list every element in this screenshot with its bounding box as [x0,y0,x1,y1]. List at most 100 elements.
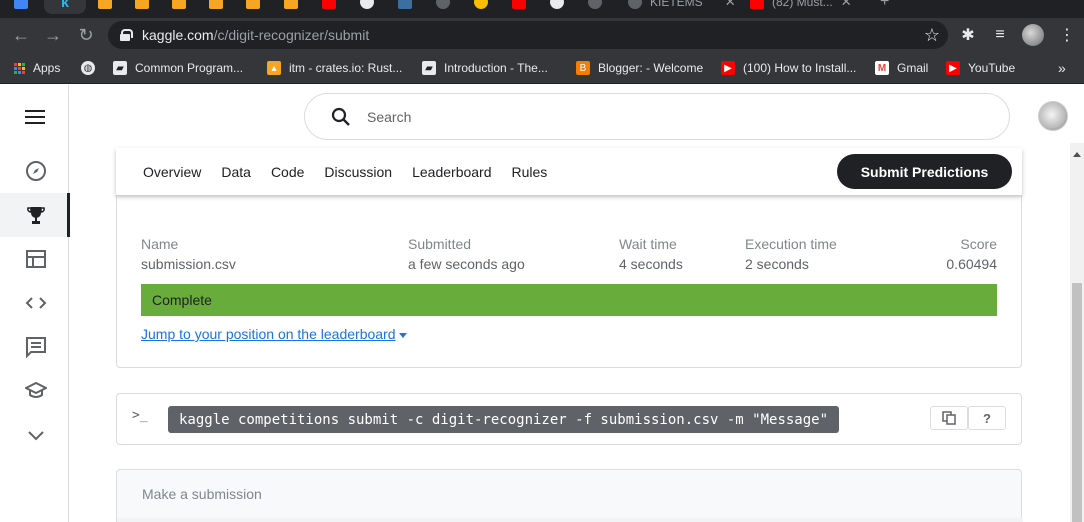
site-favicon-icon [135,0,149,9]
browser-tab[interactable] [398,0,412,14]
compass-icon [26,161,46,181]
more-bookmarks-button[interactable]: » [1058,58,1066,78]
browser-tab[interactable] [14,0,28,14]
api-command-text[interactable]: kaggle competitions submit -c digit-reco… [168,406,840,433]
bookmark-label: YouTube [968,61,1016,75]
name-column: Name submission.csv [141,236,236,272]
submit-predictions-button[interactable]: Submit Predictions [837,154,1012,189]
tab-code[interactable]: Code [271,164,304,180]
kaggle-k-icon: k [61,0,69,10]
jump-to-leaderboard-link[interactable]: Jump to your position on the leaderboard [141,326,407,342]
browser-tab[interactable] [436,0,450,14]
bookmark-item[interactable]: ▶ YouTube [946,58,1015,78]
blogger-icon: B [576,61,590,75]
scroll-up-arrow-icon[interactable] [1073,152,1081,157]
tab-discussion[interactable]: Discussion [324,164,392,180]
extensions-icon[interactable]: ✱ [958,25,978,45]
execution-time-value: 2 seconds [745,256,809,272]
bookmark-label: Blogger: - Welcome [598,61,704,75]
media-control-icon[interactable]: ≡ [990,25,1010,45]
new-tab-button[interactable]: + [880,0,889,14]
hamburger-icon [25,110,45,124]
profile-avatar[interactable] [1022,24,1044,46]
browser-tab[interactable] [209,0,223,14]
nav-more[interactable] [0,413,69,457]
site-favicon-icon [436,0,450,9]
submitted-column: Submitted a few seconds ago [408,236,525,272]
browser-tab[interactable] [322,0,336,14]
browser-tab[interactable]: (82) Must... ✕ [750,0,852,14]
github-icon [360,0,374,9]
tab-rules[interactable]: Rules [512,164,548,180]
nav-discussion[interactable] [0,325,69,369]
browser-tab[interactable] [135,0,149,14]
nav-datasets[interactable] [0,237,69,281]
chevron-down-icon [28,431,44,441]
browser-tab[interactable] [512,0,526,14]
terminal-prompt-icon: >_ [132,408,148,423]
search-input[interactable]: Search [367,109,411,125]
browser-tab[interactable] [246,0,260,14]
nav-competitions[interactable] [0,193,70,237]
search-icon [331,107,350,126]
address-bar[interactable]: kaggle.com/c/digit-recognizer/submit ☆ [108,21,948,49]
reload-button[interactable]: ↻ [74,23,98,47]
search-bar[interactable]: Search [304,93,1010,140]
github-icon [550,0,564,9]
bookmark-item[interactable]: B Blogger: - Welcome [576,58,703,78]
kebab-menu-icon[interactable]: ⋮ [1057,25,1077,45]
browser-tab[interactable] [550,0,564,14]
close-icon[interactable]: ✕ [725,0,736,10]
left-nav [0,85,70,522]
close-icon[interactable]: ✕ [841,0,852,10]
browser-tab[interactable] [474,0,488,14]
menu-button[interactable] [0,95,69,139]
scrollbar[interactable] [1070,143,1084,522]
notebook-icon: ▰ [422,61,436,75]
nav-courses[interactable] [0,369,69,413]
gmail-icon: M [875,61,889,75]
api-command-box: >_ kaggle competitions submit -c digit-r… [116,393,1022,445]
nav-explore[interactable] [0,149,69,193]
help-button[interactable]: ? [968,406,1006,430]
browser-tab-active[interactable]: k [44,0,86,14]
browser-tab[interactable] [172,0,186,14]
back-button[interactable]: ← [9,23,33,47]
execution-time-column: Execution time 2 seconds [745,236,837,272]
table-icon [26,250,46,268]
plus-icon: + [880,0,890,10]
forward-button[interactable]: → [41,23,65,47]
section-divider [117,518,1023,522]
code-brackets-icon [25,297,47,309]
bookmark-item[interactable]: ▰ Introduction - The... [422,58,548,78]
bookmark-apps[interactable]: Apps [14,58,60,78]
globe-icon: ◍ [81,61,95,75]
browser-tab[interactable]: KIETEMS ✕ [628,0,736,14]
make-submission-section: Make a submission [116,469,1023,522]
bookmark-star-icon[interactable]: ☆ [924,25,940,46]
apps-grid-icon [14,62,25,74]
scrollbar-thumb[interactable] [1072,283,1082,522]
browser-tab[interactable] [284,0,298,14]
bookmark-label: itm - crates.io: Rust... [289,61,403,75]
tab-overview[interactable]: Overview [143,164,201,180]
chrome-icon [14,0,28,9]
user-avatar[interactable] [1038,101,1068,131]
make-submission-title: Make a submission [142,486,262,502]
submitted-header: Submitted [408,236,472,252]
tab-data[interactable]: Data [221,164,251,180]
nav-code[interactable] [0,281,69,325]
bookmark-item[interactable]: ▴ itm - crates.io: Rust... [267,58,402,78]
copy-button[interactable] [930,406,968,430]
bookmark-item[interactable]: ▶ (100) How to Install... [721,58,856,78]
bookmark-item[interactable]: M Gmail [875,58,928,78]
bookmark-item[interactable]: ▰ Common Program... [113,58,243,78]
tab-title: (82) Must... [772,0,833,9]
browser-tab[interactable] [98,0,112,14]
status-text: Complete [152,292,212,308]
bookmark-globe[interactable]: ◍ [81,58,103,78]
browser-tab[interactable] [588,0,602,14]
tab-leaderboard[interactable]: Leaderboard [412,164,491,180]
url-text: kaggle.com/c/digit-recognizer/submit [142,27,370,43]
browser-tab[interactable] [360,0,374,14]
